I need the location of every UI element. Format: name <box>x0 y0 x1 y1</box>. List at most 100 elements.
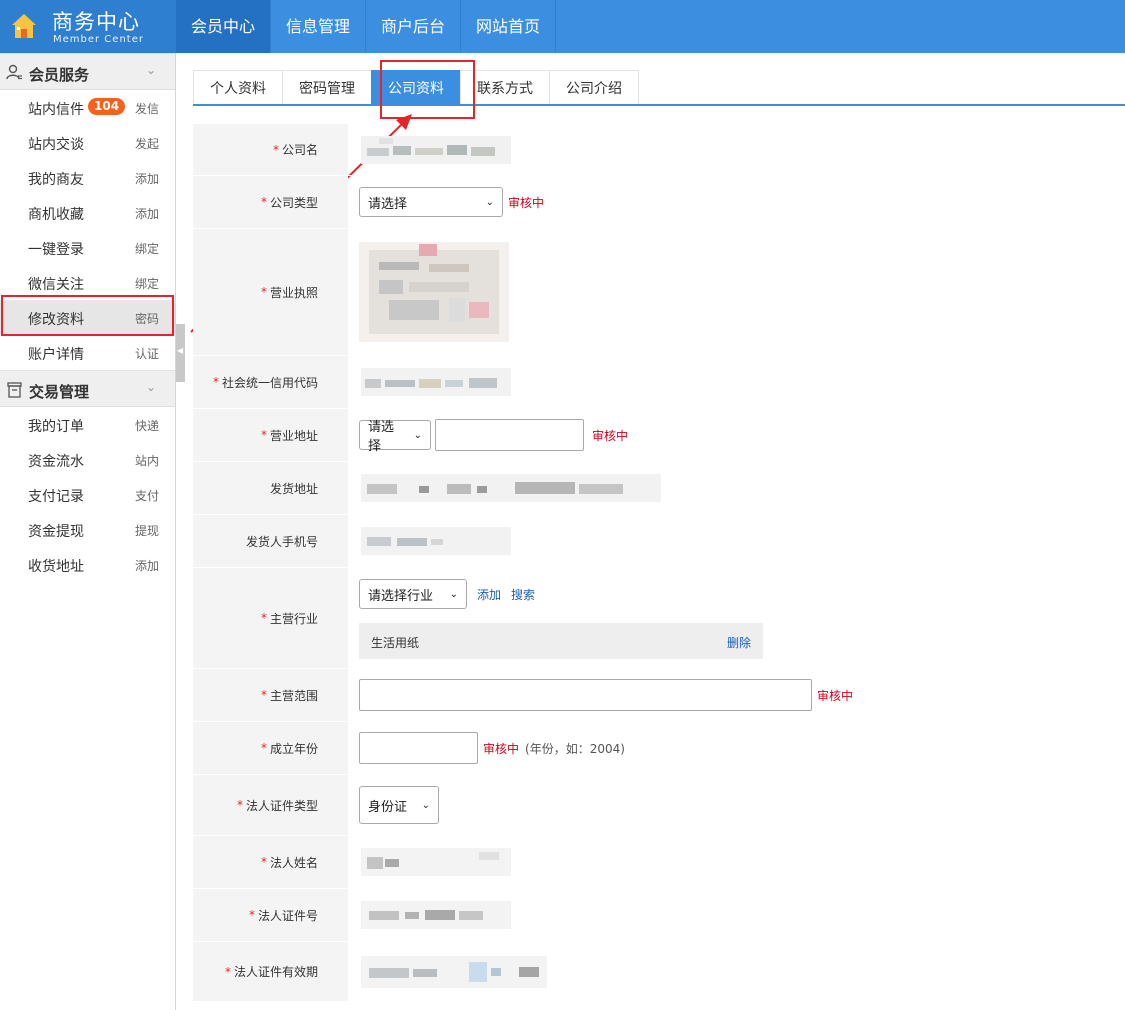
form-row-founded-year: * 成立年份 审核中 (年份，如：2004) <box>193 722 1125 775</box>
tab-company-intro[interactable]: 公司介绍 <box>549 70 639 106</box>
field-label: 发货人手机号 <box>245 534 318 549</box>
redacted-id-number <box>361 901 511 929</box>
required-star: * <box>272 142 279 157</box>
delete-industry-link[interactable]: 删除 <box>727 634 751 651</box>
sidebar-item-one-click-login[interactable]: 一键登录 绑定 <box>0 230 175 265</box>
sidebar-item-action[interactable]: 认证 <box>135 345 159 362</box>
sidebar-item-action[interactable]: 发起 <box>135 135 159 152</box>
chevron-down-icon: ⌄ <box>413 429 422 441</box>
redacted-shipping-address <box>361 474 661 502</box>
sidebar-item-action[interactable]: 绑定 <box>135 240 159 257</box>
form-row-id-validity: * 法人证件有效期 <box>193 942 1125 1002</box>
address-detail-input[interactable] <box>435 419 584 451</box>
sidebar-item-account[interactable]: 账户详情 认证 <box>0 335 175 370</box>
logo-title: 商务中心 <box>52 10 140 34</box>
sidebar-section-trade-management[interactable]: 交易管理 ⌄ <box>0 370 175 407</box>
form-row-main-industry: * 主营行业 请选择行业 ⌄ 添加 搜索 生活用纸 删除 <box>193 568 1125 669</box>
sidebar-item-action[interactable]: 绑定 <box>135 275 159 292</box>
sidebar-item-chat[interactable]: 站内交谈 发起 <box>0 125 175 160</box>
form-row-business-scope: * 主营范围 审核中 <box>193 669 1125 722</box>
sidebar-item-friends[interactable]: 我的商友 添加 <box>0 160 175 195</box>
nav-merchant-backend[interactable]: 商户后台 <box>366 0 462 53</box>
trash-can-icon <box>7 382 22 398</box>
field-label: 法人证件类型 <box>245 798 318 813</box>
sidebar-item-addresses[interactable]: 收货地址 添加 <box>0 547 175 582</box>
nav-info-management[interactable]: 信息管理 <box>271 0 367 53</box>
field-label: 公司名 <box>281 143 318 157</box>
field-label: 主营范围 <box>269 688 318 703</box>
highlight-box <box>380 60 475 119</box>
sidebar-item-label: 站内信件 <box>28 102 84 118</box>
sidebar-item-withdraw[interactable]: 资金提现 提现 <box>0 512 175 547</box>
tab-password[interactable]: 密码管理 <box>282 70 372 106</box>
sidebar-item-messages[interactable]: 站内信件 104 发信 <box>0 90 175 125</box>
select-value: 身份证 <box>368 799 408 815</box>
required-star: * <box>260 195 267 209</box>
top-bar: 商务中心 Member Center 会员中心 信息管理 商户后台 网站首页 <box>0 0 1125 53</box>
field-label: 营业地址 <box>269 428 318 443</box>
id-type-select[interactable]: 身份证 ⌄ <box>359 786 439 824</box>
section-title: 会员服务 <box>29 66 90 84</box>
founded-year-input[interactable] <box>359 732 478 764</box>
sidebar-item-action[interactable]: 添加 <box>135 205 159 222</box>
year-format-hint: (年份，如：2004) <box>525 741 625 756</box>
highlight-box <box>1 295 174 336</box>
tab-personal-info[interactable]: 个人资料 <box>193 70 283 106</box>
add-industry-link[interactable]: 添加 <box>477 586 501 603</box>
logo[interactable]: 商务中心 Member Center <box>0 0 176 53</box>
required-star: * <box>260 285 267 299</box>
sidebar-item-action[interactable]: 提现 <box>135 522 159 539</box>
form-row-business-license: * 营业执照 <box>193 229 1125 356</box>
form-row-business-address: * 营业地址 请选择 ⌄ 审核中 <box>193 409 1125 462</box>
field-label: 法人证件号 <box>257 908 318 923</box>
field-label: 法人证件有效期 <box>233 965 318 979</box>
form-row-id-type: * 法人证件类型 身份证 ⌄ <box>193 775 1125 836</box>
form-row-id-number: * 法人证件号 <box>193 889 1125 942</box>
chevron-down-icon: ⌄ <box>485 196 494 208</box>
sidebar-item-action[interactable]: 快递 <box>135 417 159 434</box>
sidebar-item-label: 资金流水 <box>28 454 84 470</box>
sidebar-item-label: 商机收藏 <box>28 207 84 223</box>
industry-select[interactable]: 请选择行业 ⌄ <box>359 579 467 609</box>
company-type-select[interactable]: 请选择 ⌄ <box>359 187 503 217</box>
license-image[interactable] <box>359 242 509 342</box>
sidebar-item-action[interactable]: 发信 <box>135 100 159 117</box>
field-label: 法人姓名 <box>269 855 318 870</box>
form-row-company-type: * 公司类型 请选择 ⌄ 审核中 <box>193 176 1125 229</box>
review-status: 审核中 <box>592 428 629 443</box>
tabs-underline <box>193 104 1125 106</box>
sidebar-item-action[interactable]: 站内 <box>135 452 159 469</box>
sidebar-item-label: 一键登录 <box>28 242 84 258</box>
field-label: 发货地址 <box>269 481 318 496</box>
review-status: 审核中 <box>508 195 545 210</box>
sidebar-item-orders[interactable]: 我的订单 快递 <box>0 407 175 442</box>
sidebar-section-member-service[interactable]: 会员服务 ⌄ <box>0 53 175 90</box>
sidebar-item-favorites[interactable]: 商机收藏 添加 <box>0 195 175 230</box>
sidebar-item-label: 账户详情 <box>28 347 84 363</box>
required-star: * <box>236 798 243 812</box>
chevron-down-icon: ⌄ <box>449 588 458 600</box>
sidebar-item-action[interactable]: 添加 <box>135 557 159 574</box>
sidebar-collapse-handle[interactable]: ◀ <box>176 324 185 382</box>
nav-member-center[interactable]: 会员中心 <box>176 0 272 53</box>
redacted-phone <box>361 527 511 555</box>
sidebar-item-payments[interactable]: 支付记录 支付 <box>0 477 175 512</box>
sidebar-item-cash-flow[interactable]: 资金流水 站内 <box>0 442 175 477</box>
sidebar-item-action[interactable]: 支付 <box>135 487 159 504</box>
required-star: * <box>260 855 267 869</box>
form-row-credit-code: * 社会统一信用代码 <box>193 356 1125 409</box>
sidebar-item-action[interactable]: 添加 <box>135 170 159 187</box>
search-industry-link[interactable]: 搜索 <box>511 586 535 603</box>
business-scope-input[interactable] <box>359 679 812 711</box>
select-value: 请选择 <box>368 420 395 454</box>
required-star: * <box>212 375 219 389</box>
industry-list-item: 生活用纸 删除 <box>359 623 763 659</box>
redacted-legal-name <box>361 848 511 876</box>
sidebar: 会员服务 ⌄ 站内信件 104 发信 站内交谈 发起 我的商友 添加 商机收藏 … <box>0 53 176 1010</box>
review-status: 审核中 <box>817 688 854 703</box>
sidebar-item-label: 微信关注 <box>28 277 84 293</box>
select-value: 请选择行业 <box>368 588 434 604</box>
nav-website-home[interactable]: 网站首页 <box>461 0 557 53</box>
sidebar-item-label: 我的商友 <box>28 172 84 188</box>
address-region-select[interactable]: 请选择 ⌄ <box>359 420 431 454</box>
